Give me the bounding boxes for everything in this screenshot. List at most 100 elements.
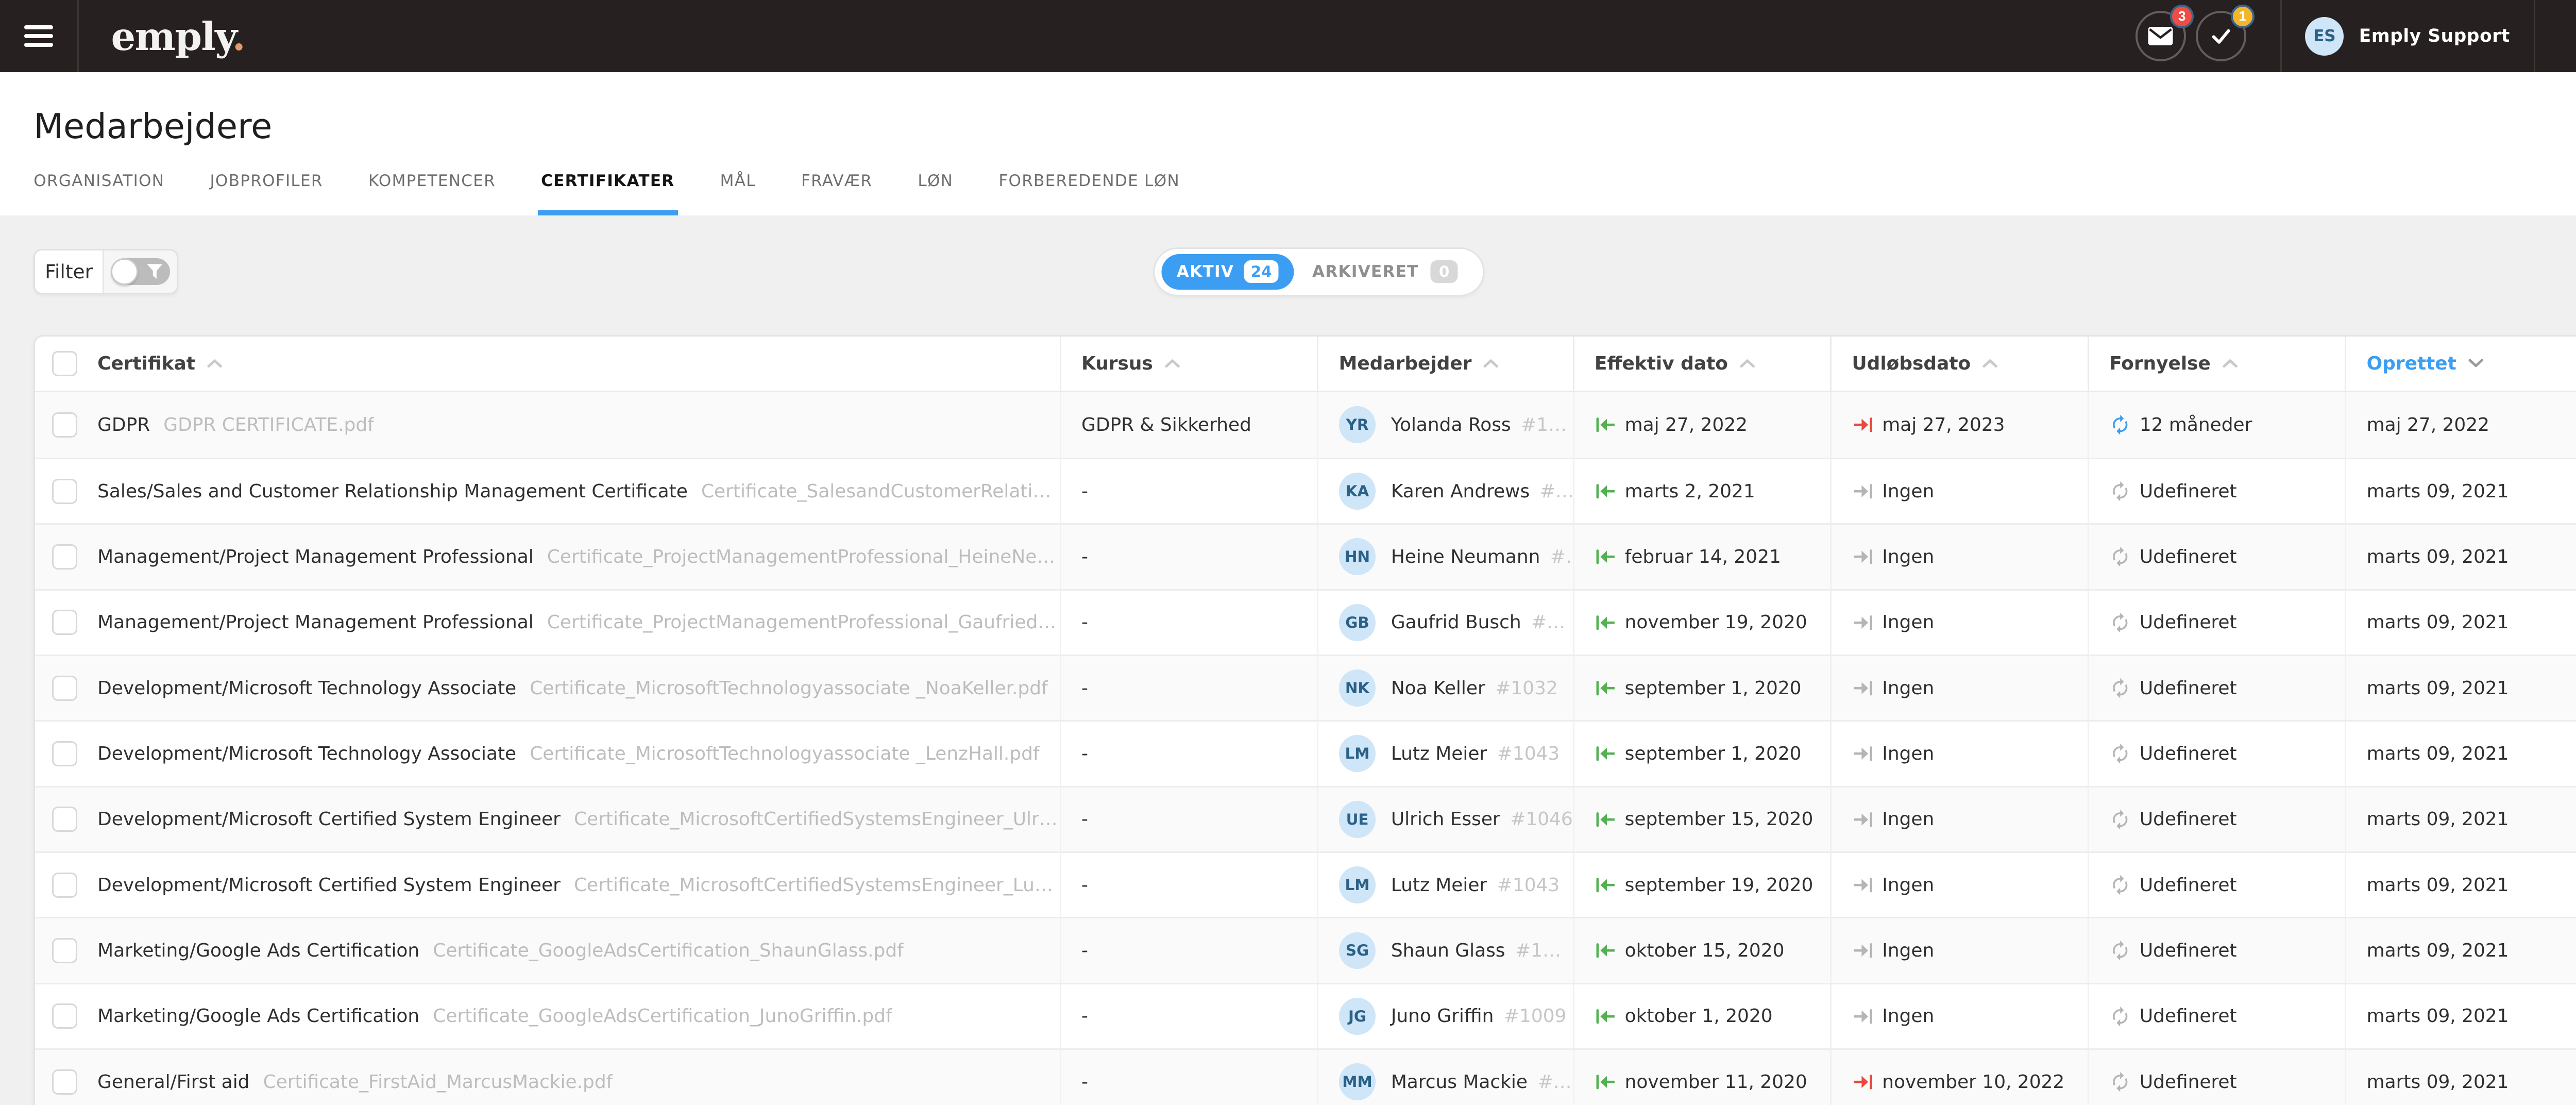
column-label: Fornyelse [2109,353,2211,374]
tab-jobprofiler[interactable]: JOBPROFILER [210,172,323,215]
tasks-button[interactable]: 1 [2196,11,2246,61]
row-checkbox[interactable] [52,479,77,504]
tab-kompetencer[interactable]: KOMPETENCER [368,172,496,215]
certificate-cell: Development/Microsoft Certified System E… [97,788,1060,851]
column-header-oprettet[interactable]: Oprettet [2345,337,2576,391]
table-row[interactable]: Development/Microsoft Technology Associa… [35,655,2576,720]
certificate-file: Certificate_MicrosoftCertifiedSystemsEng… [574,809,1060,830]
expiry-date-icon [1852,677,1874,699]
course-cell: - [1060,853,1317,917]
course-cell: - [1060,1050,1317,1105]
certificate-name: Development/Microsoft Technology Associa… [97,743,516,764]
renewal-cell: Udefineret [2088,853,2345,917]
employee-name: Gaufrid Busch [1391,612,1521,633]
table-row[interactable]: Sales/Sales and Customer Relationship Ma… [35,458,2576,523]
checkmark-icon [2208,23,2234,49]
search-button[interactable] [2559,23,2576,49]
column-header-medarbejder[interactable]: Medarbejder [1317,337,1572,391]
row-checkbox[interactable] [52,412,77,438]
tab-aktiv[interactable]: AKTIV 24 [1162,254,1294,290]
expiry-date: maj 27, 2023 [1882,414,2005,436]
employee-id: #1… [1540,481,1573,502]
effective-date: oktober 15, 2020 [1625,940,1785,961]
certificate-file: Certificate_SalesandCustomerRelationship… [701,481,1060,502]
course-cell: - [1060,918,1317,982]
column-header-fornyelse[interactable]: Fornyelse [2088,337,2345,391]
tab-m-l[interactable]: MÅL [720,172,756,215]
column-label: Kursus [1081,353,1153,374]
column-header-effektiv-dato[interactable]: Effektiv dato [1573,337,1831,391]
course-cell: - [1060,525,1317,589]
row-checkbox[interactable] [52,1069,77,1095]
certificate-name: Development/Microsoft Certified System E… [97,875,561,896]
table-row[interactable]: Development/Microsoft Technology Associa… [35,720,2576,785]
select-all-checkbox[interactable] [52,351,77,376]
course-name: - [1081,1006,1088,1027]
renewal-value: Udefineret [2140,1006,2237,1027]
certificate-cell: Development/Microsoft Technology Associa… [97,656,1060,720]
row-select-cell [35,459,97,523]
row-checkbox[interactable] [52,676,77,701]
employee-id: #1009 [1504,1006,1566,1027]
table-row[interactable]: Development/Microsoft Certified System E… [35,786,2576,851]
row-select-cell [35,656,97,720]
row-checkbox[interactable] [52,1003,77,1029]
row-checkbox[interactable] [52,544,77,570]
tab-arkiveret[interactable]: ARKIVERET 0 [1294,260,1476,283]
sort-asc-icon [2223,358,2238,369]
course-cell: - [1060,656,1317,720]
course-cell: - [1060,984,1317,1048]
effective-date-cell: maj 27, 2022 [1573,392,1831,458]
employee-id: #1… [1538,1071,1573,1093]
column-header-udløbsdato[interactable]: Udløbsdato [1830,337,2088,391]
table-header: Certifikat Kursus MedarbejderEffektiv dato… [35,337,2576,392]
filter-toggle[interactable] [103,250,177,293]
sort-asc-icon [1483,358,1498,369]
created-date: marts 09, 2021 [2367,743,2509,764]
expiry-date-cell: Ingen [1830,853,2088,917]
renewal-icon [2109,414,2131,436]
expiry-date-icon [1852,1006,1874,1027]
row-checkbox[interactable] [52,873,77,898]
tab-forberedende-l-n[interactable]: FORBEREDENDE LØN [998,172,1180,215]
column-header-certifikat[interactable]: Certifikat [97,337,1060,391]
table-row[interactable]: General/First aid Certificate_FirstAid_M… [35,1048,2576,1105]
employee-avatar: UE [1339,801,1376,838]
table-row[interactable]: Management/Project Management Profession… [35,523,2576,589]
employee-cell: MM Marcus Mackie #1… [1317,1050,1572,1105]
employee-cell: KA Karen Andrews #1… [1317,459,1572,523]
created-cell: marts 09, 2021 [2345,722,2576,785]
tab-organisation[interactable]: ORGANISATION [33,172,164,215]
row-checkbox[interactable] [52,741,77,766]
row-checkbox[interactable] [52,938,77,963]
row-checkbox[interactable] [52,807,77,832]
column-header-kursus[interactable]: Kursus [1060,337,1317,391]
expiry-date: Ingen [1882,1006,1934,1027]
expiry-date-icon [1852,546,1874,567]
certificate-name: Management/Project Management Profession… [97,612,534,633]
table-row[interactable]: Management/Project Management Profession… [35,589,2576,655]
course-name: - [1081,875,1088,896]
course-name: - [1081,940,1088,961]
tab-certifikater[interactable]: CERTIFIKATER [541,172,674,215]
table-row[interactable]: Marketing/Google Ads Certification Certi… [35,917,2576,982]
employee-cell: LM Lutz Meier #1043 [1317,853,1572,917]
row-checkbox[interactable] [52,610,77,635]
certificate-file: Certificate_FirstAid_MarcusMackie.pdf [263,1071,613,1093]
certificate-cell: GDPR GDPR CERTIFICATE.pdf [97,392,1060,458]
employee-id: #1032 [1495,678,1557,699]
hamburger-menu-button[interactable] [0,0,79,72]
renewal-icon [2109,612,2131,633]
tab-frav-r[interactable]: FRAVÆR [801,172,872,215]
created-cell: marts 09, 2021 [2345,1050,2576,1105]
row-select-cell [35,525,97,589]
table-row[interactable]: Development/Microsoft Certified System E… [35,851,2576,917]
topbar-divider [2280,0,2281,72]
user-menu[interactable]: ES Emply Support [2305,17,2510,56]
effective-date-cell: september 19, 2020 [1573,853,1831,917]
tab-l-n[interactable]: LØN [918,172,953,215]
table-row[interactable]: Marketing/Google Ads Certification Certi… [35,983,2576,1048]
messages-button[interactable]: 3 [2136,11,2186,61]
table-row[interactable]: GDPR GDPR CERTIFICATE.pdf GDPR & Sikkerh… [35,392,2576,458]
filter-control: Filter [33,249,178,294]
